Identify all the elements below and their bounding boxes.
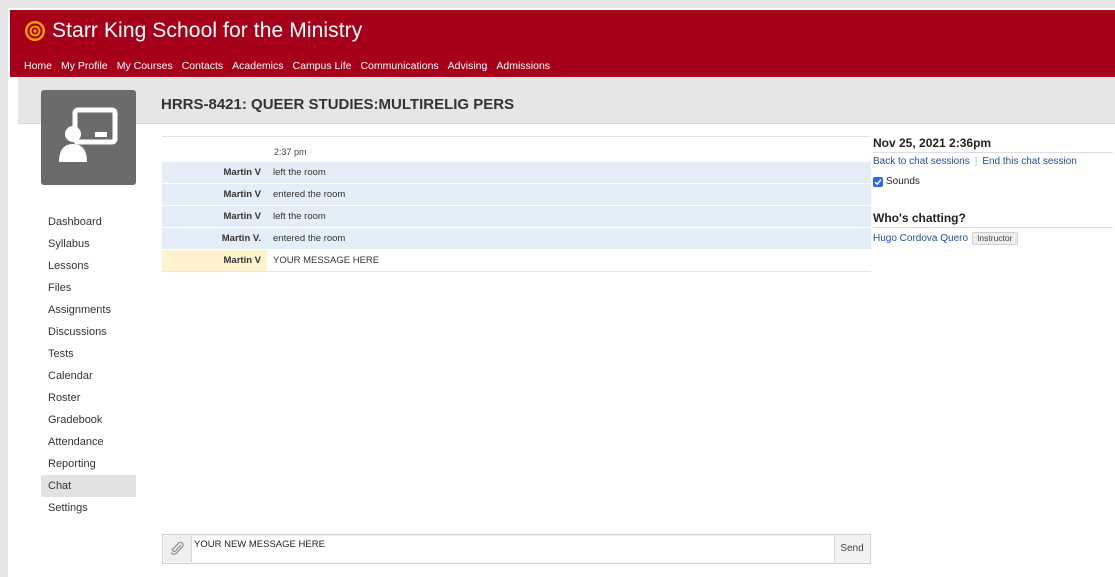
end-session-link[interactable]: End this chat session — [982, 156, 1077, 167]
teacher-board-icon — [59, 107, 118, 162]
message-author: Martin V — [223, 167, 261, 178]
message-text: YOUR MESSAGE HERE — [273, 255, 380, 266]
nav-files[interactable]: Files — [41, 277, 136, 299]
nav-academics[interactable]: Academics — [232, 60, 283, 72]
nav-gradebook[interactable]: Gradebook — [41, 409, 136, 431]
back-to-sessions-link[interactable]: Back to chat sessions — [873, 156, 970, 167]
message-author: Martin V — [162, 250, 267, 271]
nav-campus-life[interactable]: Campus Life — [293, 60, 352, 72]
nav-syllabus[interactable]: Syllabus — [41, 233, 136, 255]
course-avatar — [41, 90, 136, 185]
message-text: entered the room — [273, 189, 346, 200]
nav-dashboard[interactable]: Dashboard — [41, 211, 136, 233]
message-composer: YOUR NEW MESSAGE HERE Send — [162, 534, 871, 564]
participant-row: Hugo Cordova Quero Instructor — [873, 232, 1113, 245]
nav-roster[interactable]: Roster — [41, 387, 136, 409]
participant-name-link[interactable]: Hugo Cordova Quero — [873, 233, 968, 244]
sounds-checkbox[interactable] — [873, 176, 883, 187]
check-icon — [874, 178, 882, 185]
chat-message: Martin V left the room — [162, 205, 871, 227]
sounds-toggle[interactable]: Sounds — [873, 176, 1113, 187]
spiral-logo-icon — [24, 20, 46, 42]
nav-my-courses[interactable]: My Courses — [117, 60, 173, 72]
nav-communications[interactable]: Communications — [360, 60, 438, 72]
chat-message: Martin V entered the room — [162, 183, 871, 205]
message-input[interactable]: YOUR NEW MESSAGE HERE — [192, 536, 835, 562]
school-name: Starr King School for the Ministry — [52, 19, 363, 42]
message-author: Martin V. — [221, 233, 261, 244]
message-text: entered the room — [273, 233, 346, 244]
send-button[interactable]: Send — [834, 536, 869, 562]
message-text: left the room — [273, 167, 326, 178]
nav-tests[interactable]: Tests — [41, 343, 136, 365]
course-nav: Dashboard Syllabus Lessons Files Assignm… — [41, 211, 136, 519]
link-separator: | — [974, 156, 978, 167]
nav-lessons[interactable]: Lessons — [41, 255, 136, 277]
divider — [873, 227, 1113, 228]
nav-reporting[interactable]: Reporting — [41, 453, 136, 475]
nav-admissions[interactable]: Admissions — [496, 60, 550, 72]
nav-attendance[interactable]: Attendance — [41, 431, 136, 453]
chat-message: Martin V. entered the room — [162, 227, 871, 249]
site-header: Starr King School for the Ministry Home … — [10, 10, 1115, 77]
nav-calendar[interactable]: Calendar — [41, 365, 136, 387]
chat-info-panel: Nov 25, 2021 2:36pm Back to chat session… — [873, 136, 1113, 245]
nav-settings[interactable]: Settings — [41, 497, 136, 519]
nav-advising[interactable]: Advising — [448, 60, 488, 72]
logo-row[interactable]: Starr King School for the Ministry — [24, 16, 362, 46]
chat-message-own: Martin V YOUR MESSAGE HERE — [162, 249, 871, 272]
nav-chat[interactable]: Chat — [41, 475, 136, 497]
chat-timestamp: 2:37 pm — [274, 147, 307, 157]
chat-message: Martin V left the room — [162, 161, 871, 183]
paperclip-icon — [171, 541, 184, 555]
nav-home[interactable]: Home — [24, 60, 52, 72]
top-nav: Home My Profile My Courses Contacts Acad… — [24, 60, 559, 72]
participants-heading: Who's chatting? — [873, 211, 966, 225]
session-datetime: Nov 25, 2021 2:36pm — [873, 136, 992, 150]
message-text: left the room — [273, 211, 326, 222]
nav-contacts[interactable]: Contacts — [182, 60, 223, 72]
message-author: Martin V — [223, 211, 261, 222]
nav-assignments[interactable]: Assignments — [41, 299, 136, 321]
attach-button[interactable] — [164, 536, 192, 562]
nav-discussions[interactable]: Discussions — [41, 321, 136, 343]
session-links: Back to chat sessions | End this chat sess… — [873, 156, 1113, 167]
chat-log: 2:37 pm Martin V left the room Martin V … — [162, 136, 871, 272]
divider — [873, 152, 1113, 153]
role-badge: Instructor — [972, 232, 1018, 245]
nav-my-profile[interactable]: My Profile — [61, 60, 108, 72]
sounds-label: Sounds — [886, 176, 920, 187]
message-author: Martin V — [223, 189, 261, 200]
course-title: HRRS-8421: QUEER STUDIES:MULTIRELIG PERS — [161, 96, 515, 113]
